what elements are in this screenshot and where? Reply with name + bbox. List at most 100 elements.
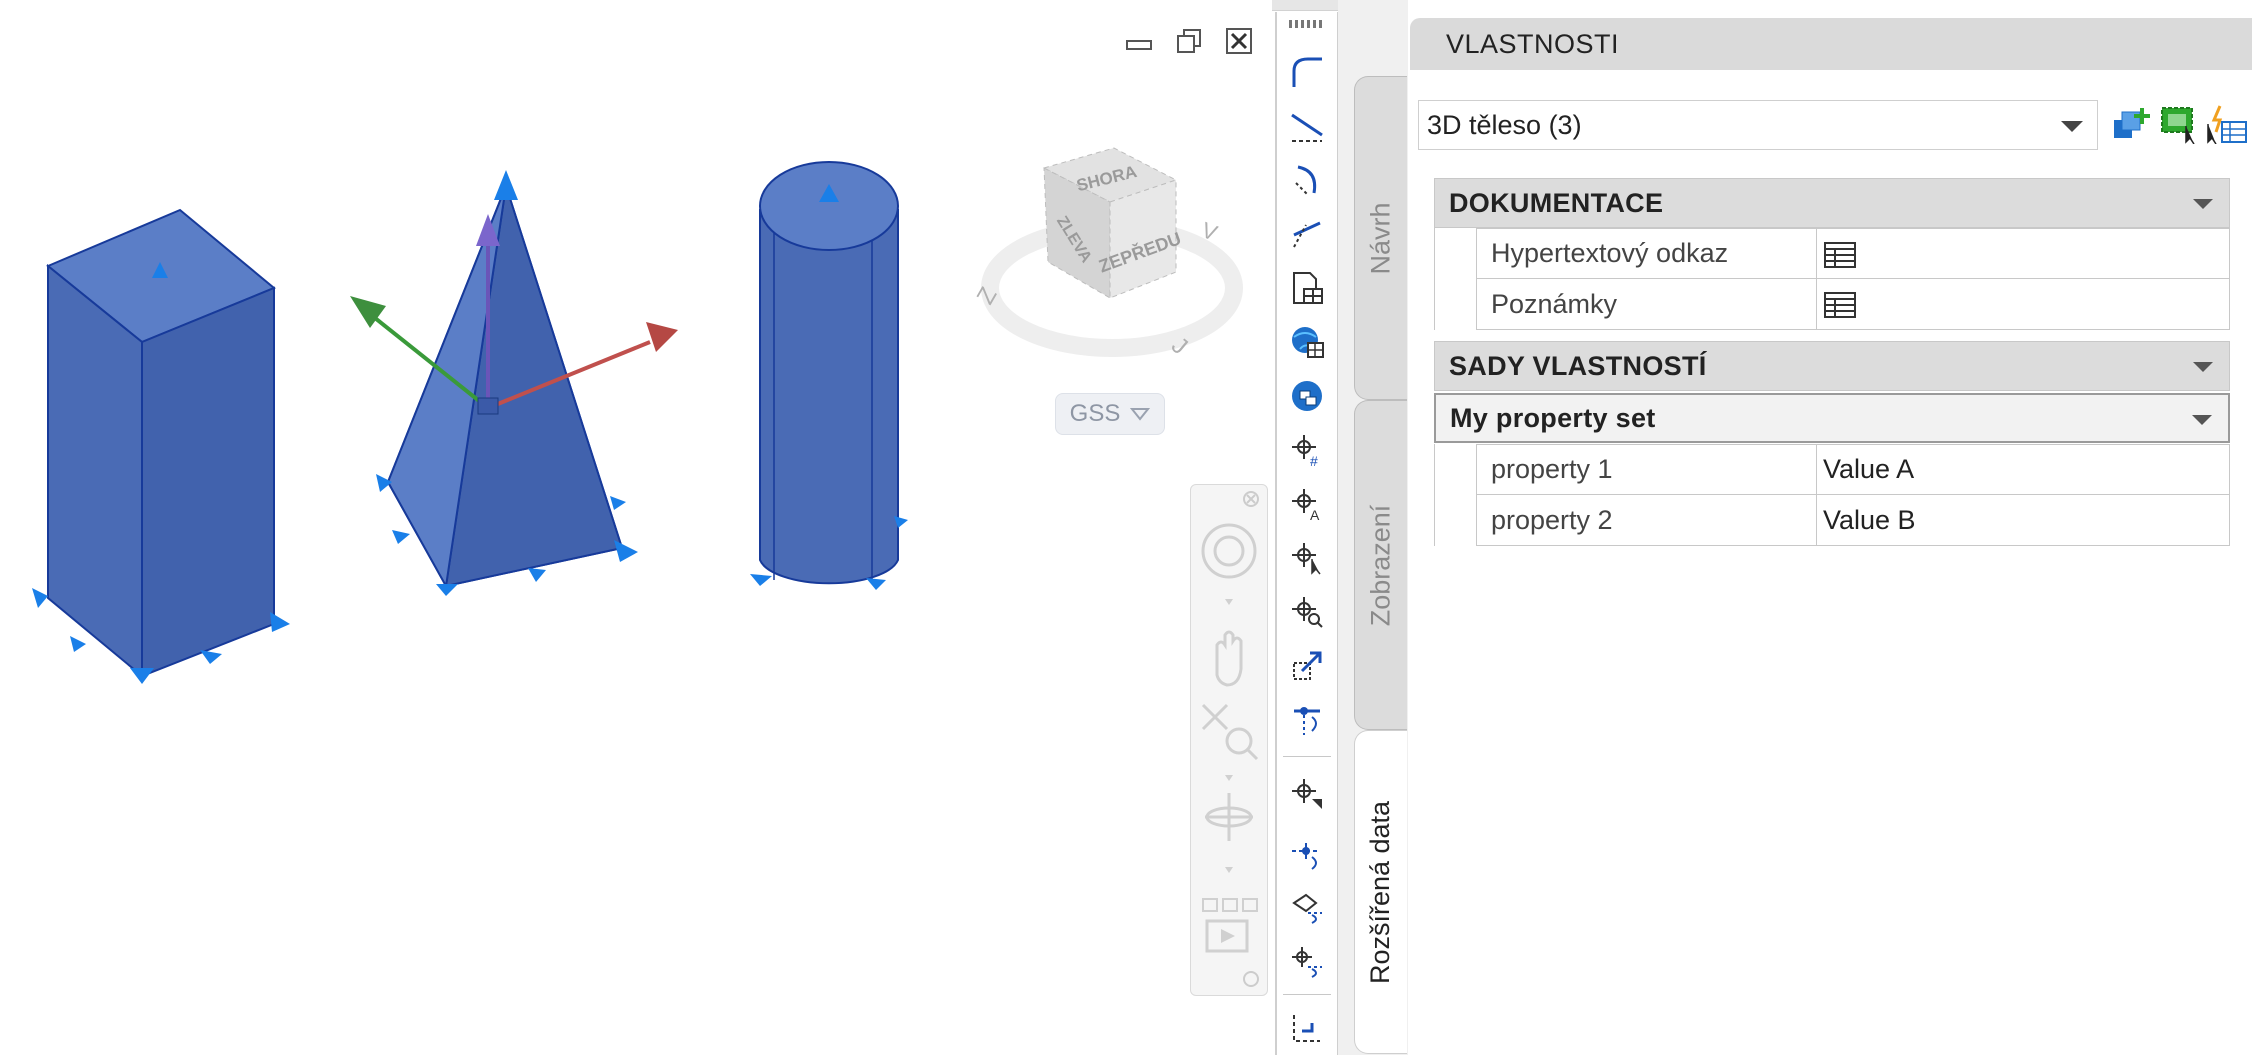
dimension-radius-icon bbox=[1295, 165, 1317, 196]
node-zoom-icon bbox=[1292, 597, 1323, 628]
property-row[interactable]: Hypertextový odkaz bbox=[1476, 228, 2230, 279]
tool-btn-13[interactable] bbox=[1287, 700, 1327, 740]
property-name: property 1 bbox=[1477, 445, 1817, 494]
pyramid-solid[interactable] bbox=[376, 170, 638, 596]
dimension-oblique-icon bbox=[1293, 221, 1321, 248]
tool-btn-12[interactable] bbox=[1287, 646, 1327, 686]
compass-east-label: V bbox=[1198, 217, 1221, 246]
tool-btn-5[interactable] bbox=[1287, 268, 1327, 308]
viewcube[interactable]: SHORA ZEPŘEDU ZLEVA J Z V bbox=[972, 147, 1243, 360]
toolbar-grip[interactable] bbox=[1289, 20, 1325, 28]
tool-btn-2[interactable] bbox=[1287, 106, 1327, 146]
toolbar-separator bbox=[1283, 994, 1331, 995]
tool-btn-3[interactable] bbox=[1287, 160, 1327, 200]
globe-link-icon bbox=[1292, 381, 1322, 411]
tab-zobrazeni[interactable]: Zobrazení bbox=[1354, 400, 1407, 730]
palette-tab-strip: Návrh Zobrazení Rozšířená data bbox=[1338, 0, 1408, 1055]
table-icon[interactable] bbox=[1823, 289, 1857, 319]
property-name: Poznámky bbox=[1477, 279, 1817, 329]
collapse-icon bbox=[2193, 199, 2213, 209]
tab-zobrazeni-label: Zobrazení bbox=[1365, 504, 1396, 626]
toolbar-separator bbox=[1283, 756, 1331, 757]
tab-rozsirena-data-label: Rozšířená data bbox=[1365, 800, 1396, 984]
viewport-minimize-button[interactable] bbox=[1122, 26, 1156, 56]
node-text-icon: A bbox=[1292, 489, 1320, 521]
table-document-icon bbox=[1293, 272, 1323, 304]
tool-btn-4[interactable] bbox=[1287, 214, 1327, 254]
showmotion-icon bbox=[1202, 898, 1258, 953]
vertical-toolbar: # A bbox=[1275, 12, 1339, 1055]
category-dokumentace[interactable]: DOKUMENTACE bbox=[1434, 178, 2230, 228]
restore-icon bbox=[1177, 29, 1201, 53]
node-trace-down-icon bbox=[1292, 947, 1322, 978]
tool-btn-7[interactable] bbox=[1287, 376, 1327, 416]
model-space: SHORA ZEPŘEDU ZLEVA J Z V bbox=[32, 147, 1243, 684]
category-dokumentace-label: DOKUMENTACE bbox=[1449, 187, 1664, 218]
node-select-icon bbox=[1292, 543, 1321, 575]
tool-btn-10[interactable] bbox=[1287, 538, 1327, 578]
collapse-icon bbox=[2193, 362, 2213, 372]
viewport-close-button[interactable] bbox=[1222, 26, 1256, 56]
drawing-viewport[interactable]: SHORA ZEPŘEDU ZLEVA J Z V GSS bbox=[0, 0, 1272, 1055]
category-indent bbox=[1434, 444, 1477, 546]
node-resize-icon bbox=[1292, 779, 1322, 809]
subcategory-property-set[interactable]: My property set bbox=[1434, 393, 2230, 443]
tab-navrh[interactable]: Návrh bbox=[1354, 76, 1407, 400]
category-indent bbox=[1434, 228, 1477, 330]
steering-wheel-icon bbox=[1201, 523, 1257, 579]
globe-table-icon bbox=[1292, 327, 1324, 358]
property-row[interactable]: property 1 Value A bbox=[1476, 444, 2230, 495]
tool-btn-15[interactable] bbox=[1287, 834, 1327, 874]
ucs-dropdown[interactable]: GSS bbox=[1055, 393, 1165, 435]
scale-arrow-icon bbox=[1293, 651, 1322, 680]
tool-btn-17[interactable] bbox=[1287, 942, 1327, 982]
svg-text:A: A bbox=[1310, 507, 1320, 521]
add-to-selection-icon bbox=[2114, 108, 2150, 138]
node-trace-icon bbox=[1292, 843, 1320, 870]
chevron-down-icon bbox=[2061, 121, 2083, 132]
tool-btn-6[interactable] bbox=[1287, 322, 1327, 362]
node-number-icon: # bbox=[1292, 435, 1318, 467]
select-objects-icon bbox=[2161, 107, 2195, 144]
pan-hand-icon bbox=[1215, 630, 1243, 687]
tool-btn-8[interactable]: # bbox=[1287, 430, 1327, 470]
tool-btn-16[interactable] bbox=[1287, 888, 1327, 928]
selection-dropdown[interactable]: 3D těleso (3) bbox=[1418, 100, 2098, 150]
close-icon bbox=[1226, 28, 1252, 54]
property-row[interactable]: Poznámky bbox=[1476, 279, 2230, 330]
navigation-bar[interactable] bbox=[1190, 484, 1268, 996]
palette-title: VLASTNOSTI bbox=[1410, 18, 2252, 70]
minimize-icon bbox=[1126, 40, 1152, 50]
tool-btn-18[interactable] bbox=[1287, 1008, 1327, 1048]
tab-rozsirena-data[interactable]: Rozšířená data bbox=[1354, 730, 1407, 1054]
property-name: Hypertextový odkaz bbox=[1477, 229, 1817, 278]
zoom-icon bbox=[1201, 703, 1259, 761]
properties-palette: Návrh Zobrazení Rozšířená data VLASTNOST… bbox=[1338, 0, 2252, 1055]
svg-text:#: # bbox=[1310, 453, 1318, 467]
table-icon[interactable] bbox=[1823, 239, 1857, 269]
viewport-restore-button[interactable] bbox=[1172, 26, 1206, 56]
cylinder-solid[interactable] bbox=[750, 161, 908, 590]
category-sady-vlastnosti[interactable]: SADY VLASTNOSTÍ bbox=[1434, 341, 2230, 391]
property-row[interactable]: property 2 Value B bbox=[1476, 495, 2230, 546]
chevron-down-icon bbox=[1130, 408, 1151, 421]
dimension-arc-icon bbox=[1292, 57, 1322, 87]
property-value[interactable]: Value B bbox=[1817, 495, 2229, 545]
ucs-label: GSS bbox=[1069, 400, 1121, 427]
tool-btn-1[interactable] bbox=[1287, 52, 1327, 92]
label-trace-icon bbox=[1292, 893, 1322, 924]
selection-value: 3D těleso (3) bbox=[1427, 109, 1582, 140]
tool-btn-14[interactable] bbox=[1287, 774, 1327, 814]
corner-select-icon bbox=[1293, 1015, 1320, 1042]
select-objects-button[interactable] bbox=[2158, 100, 2202, 148]
add-to-selection-button[interactable] bbox=[2110, 100, 2154, 148]
orbit-icon bbox=[1205, 793, 1253, 841]
quick-select-icon bbox=[2207, 105, 2247, 144]
quick-select-button[interactable] bbox=[2204, 100, 2248, 148]
box-solid[interactable] bbox=[32, 208, 290, 684]
property-value[interactable]: Value A bbox=[1817, 445, 2229, 494]
navbar-menu-icon bbox=[1243, 971, 1259, 987]
subcategory-label: My property set bbox=[1450, 402, 1656, 433]
tool-btn-11[interactable] bbox=[1287, 592, 1327, 632]
tool-btn-9[interactable]: A bbox=[1287, 484, 1327, 524]
